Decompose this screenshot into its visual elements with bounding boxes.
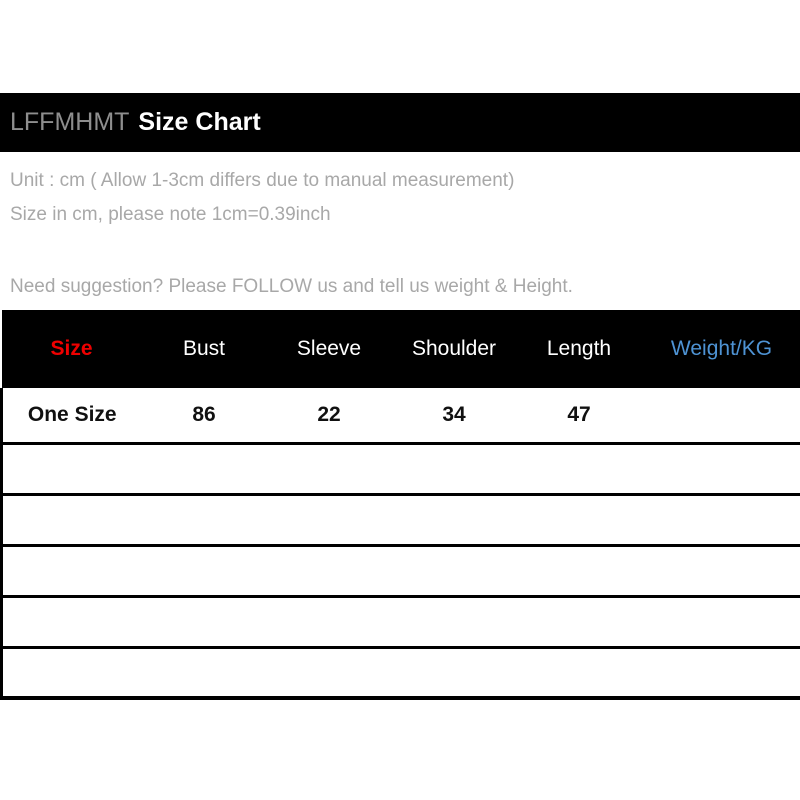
cell-empty [391, 492, 517, 545]
column-header-shoulder: Shoulder [411, 337, 497, 360]
cell-sleeve: 22 [317, 402, 341, 426]
size-chart-page: LFFMHMT Size Chart Unit : cm ( Allow 1-3… [0, 0, 800, 800]
cell-empty [516, 543, 642, 596]
cell-empty [516, 594, 642, 647]
cell-empty [266, 441, 392, 494]
cell-shoulder: 34 [442, 402, 466, 426]
cell-empty [641, 441, 800, 494]
cell-empty [641, 594, 800, 647]
cell-empty [641, 645, 800, 700]
table-row: One Size 86 22 34 47 [0, 388, 800, 443]
table-row-empty [0, 594, 800, 647]
cell-empty [516, 441, 642, 494]
cell-bust: 86 [192, 402, 216, 426]
table-header-row: Size Bust Sleeve Shoulder Length Weight/… [1, 310, 800, 388]
note-unit: Unit : cm ( Allow 1-3cm differs due to m… [10, 170, 515, 191]
size-table: Size Bust Sleeve Shoulder Length Weight/… [0, 310, 800, 700]
title-band: LFFMHMT Size Chart [0, 93, 800, 152]
cell-empty [641, 543, 800, 596]
table-row-empty [0, 492, 800, 545]
note-conversion: Size in cm, please note 1cm=0.39inch [10, 204, 331, 225]
cell-empty [141, 441, 267, 494]
cell-empty [266, 645, 392, 700]
cell-empty [0, 594, 142, 647]
cell-empty [391, 543, 517, 596]
cell-empty [516, 645, 642, 700]
column-header-sleeve: Sleeve [296, 337, 362, 360]
cell-empty [641, 492, 800, 545]
cell-empty [266, 492, 392, 545]
cell-size: One Size [0, 388, 142, 443]
column-header-bust: Bust [182, 337, 226, 360]
cell-empty [141, 543, 267, 596]
empty-rows-body [0, 441, 800, 700]
notes-spacer [10, 232, 795, 270]
table-row-empty [0, 645, 800, 700]
cell-empty [516, 492, 642, 545]
column-header-length: Length [546, 337, 612, 360]
cell-empty [141, 492, 267, 545]
cell-empty [391, 441, 517, 494]
page-title: Size Chart [138, 108, 261, 136]
table-row-empty [0, 543, 800, 596]
table-row-empty [0, 441, 800, 494]
cell-length: 47 [567, 402, 591, 426]
cell-empty [0, 492, 142, 545]
cell-empty [141, 594, 267, 647]
notes-block: Unit : cm ( Allow 1-3cm differs due to m… [0, 152, 795, 310]
note-suggestion: Need suggestion? Please FOLLOW us and te… [10, 276, 573, 297]
cell-weight [641, 388, 800, 443]
cell-empty [266, 543, 392, 596]
column-header-weight: Weight/KG [670, 337, 773, 360]
cell-empty [141, 645, 267, 700]
cell-empty [0, 543, 142, 596]
cell-empty [391, 645, 517, 700]
cell-empty [0, 645, 142, 700]
cell-empty [391, 594, 517, 647]
cell-empty [0, 441, 142, 494]
cell-empty [266, 594, 392, 647]
column-header-size: Size [50, 337, 93, 360]
brand-name: LFFMHMT [10, 108, 130, 136]
